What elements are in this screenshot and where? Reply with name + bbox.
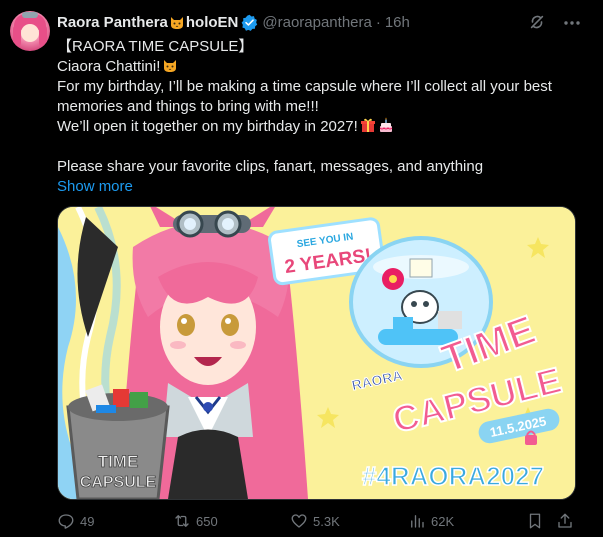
- grok-icon[interactable]: [528, 13, 546, 31]
- birthday-cake-icon: [379, 117, 393, 132]
- text-line-4: memories and things to bring with me!!!: [57, 98, 319, 115]
- share-icon[interactable]: [556, 512, 574, 530]
- text-line-6: [57, 137, 587, 157]
- repost-count: 650: [196, 513, 218, 529]
- tweet[interactable]: Raora Panthera holoEN @raorapanthera · 1…: [0, 0, 603, 537]
- more-options-icon[interactable]: [562, 14, 582, 32]
- text-line-7: Please share your favorite clips, fanart…: [57, 158, 484, 175]
- views-count: 62K: [431, 513, 455, 529]
- repost-icon: [175, 515, 189, 527]
- gift-icon: [360, 118, 375, 132]
- art-hashtag: #4RAORA2027: [362, 461, 544, 491]
- separator-dot: ·: [375, 13, 381, 31]
- author-name[interactable]: Raora Panthera: [57, 14, 168, 31]
- verified-badge-icon: [241, 14, 258, 31]
- reply-count: 49: [80, 513, 95, 529]
- text-line-2-text: Ciaora Chattini!: [57, 58, 161, 75]
- text-line-1: 【RAORA TIME CAPSULE】: [57, 38, 254, 55]
- repost-button[interactable]: 650: [173, 510, 218, 532]
- reply-button[interactable]: 49: [57, 510, 94, 532]
- timestamp[interactable]: 16h: [385, 14, 410, 31]
- cat-face-icon: [164, 60, 177, 72]
- bookmark-icon[interactable]: [526, 512, 544, 530]
- like-count: 5.3K: [313, 513, 340, 529]
- avatar[interactable]: [10, 11, 50, 51]
- author-handle[interactable]: @raorapanthera: [262, 14, 371, 31]
- text-line-3: For my birthday, I’ll be making a time c…: [57, 78, 552, 95]
- bin-label-line1: TIME: [98, 452, 139, 471]
- time-capsule-artwork: TIME CAPSULE SEE YOU IN 2 YEARS! RAORA T…: [58, 207, 575, 499]
- text-line-5-text: We’ll open it together on my birthday in…: [57, 118, 358, 135]
- views-bar-chart-icon: [411, 515, 424, 528]
- views-button[interactable]: 62K: [408, 510, 454, 532]
- bin-label-line2: CAPSULE: [80, 474, 157, 491]
- tweet-image[interactable]: TIME CAPSULE SEE YOU IN 2 YEARS! RAORA T…: [57, 206, 576, 500]
- cat-face-icon: [170, 17, 183, 29]
- like-button[interactable]: 5.3K: [290, 510, 340, 532]
- show-more-link[interactable]: Show more: [57, 177, 587, 197]
- action-bar: 49 650 5.3K 62K: [57, 510, 587, 532]
- text-line-2: Ciaora Chattini!: [57, 57, 587, 77]
- tweet-text: 【RAORA TIME CAPSULE】 Ciaora Chattini! Fo…: [57, 37, 587, 197]
- reply-icon: [58, 514, 74, 529]
- author-suffix[interactable]: holoEN: [186, 14, 239, 31]
- text-line-5: We’ll open it together on my birthday in…: [57, 117, 587, 137]
- tweet-header: Raora Panthera holoEN @raorapanthera · 1…: [57, 12, 410, 32]
- heart-icon: [291, 514, 307, 528]
